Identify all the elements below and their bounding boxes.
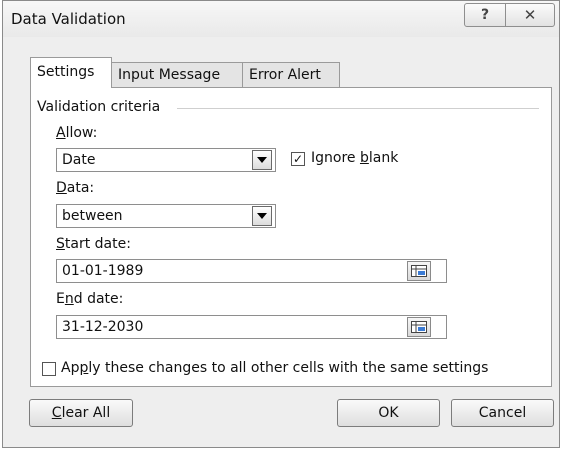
range-picker-icon [411, 265, 427, 277]
ignore-blank-label: Ignore blank [311, 150, 399, 166]
start-date-value: 01-01-1989 [62, 263, 144, 279]
data-value: between [62, 208, 123, 224]
data-validation-dialog: Data Validation ? ✕ Settings Input Messa… [2, 0, 560, 448]
tab-error-alert[interactable]: Error Alert [242, 62, 340, 87]
allow-dropdown-arrow-icon[interactable] [252, 150, 272, 170]
cancel-button[interactable]: Cancel [451, 399, 554, 427]
clear-all-button[interactable]: Clear All [29, 399, 133, 427]
end-date-label: End date: [56, 291, 124, 307]
help-button[interactable]: ? [464, 3, 506, 27]
tab-settings[interactable]: Settings [30, 57, 112, 88]
checkmark-icon: ✓ [292, 152, 304, 166]
validation-criteria-label: Validation criteria [37, 99, 161, 115]
ok-button[interactable]: OK [337, 399, 440, 427]
allow-dropdown[interactable]: Date [56, 148, 276, 172]
data-dropdown[interactable]: between [56, 204, 276, 228]
tab-error-alert-label: Error Alert [249, 67, 321, 83]
cancel-label: Cancel [478, 405, 527, 421]
dialog-title: Data Validation [11, 10, 126, 28]
apply-all-label: Apply these changes to all other cells w… [61, 360, 489, 376]
start-date-range-picker-button[interactable] [407, 261, 431, 281]
data-label: Data: [56, 180, 95, 196]
start-date-label: Start date: [56, 236, 131, 252]
apply-all-checkbox[interactable] [42, 362, 56, 376]
end-date-value: 31-12-2030 [62, 319, 144, 335]
help-icon: ? [480, 7, 490, 23]
data-dropdown-arrow-icon[interactable] [252, 206, 272, 226]
title-bar: Data Validation ? ✕ [3, 1, 559, 37]
clear-all-label: Clear All [51, 405, 111, 421]
group-divider [177, 108, 539, 109]
tab-input-message[interactable]: Input Message [111, 62, 243, 87]
ok-label: OK [378, 405, 399, 421]
end-date-range-picker-button[interactable] [407, 317, 431, 337]
tab-settings-label: Settings [37, 64, 95, 80]
allow-label: Allow: [56, 125, 98, 141]
tab-input-message-label: Input Message [118, 67, 221, 83]
allow-value: Date [62, 152, 96, 168]
start-date-input[interactable]: 01-01-1989 [56, 259, 447, 283]
range-picker-icon [411, 321, 427, 333]
ignore-blank-checkbox[interactable]: ✓ [291, 152, 305, 166]
close-button[interactable]: ✕ [505, 3, 555, 27]
end-date-input[interactable]: 31-12-2030 [56, 315, 447, 339]
settings-panel: Validation criteria Allow: Date ✓ Ignore… [30, 87, 552, 387]
close-icon: ✕ [523, 6, 537, 24]
